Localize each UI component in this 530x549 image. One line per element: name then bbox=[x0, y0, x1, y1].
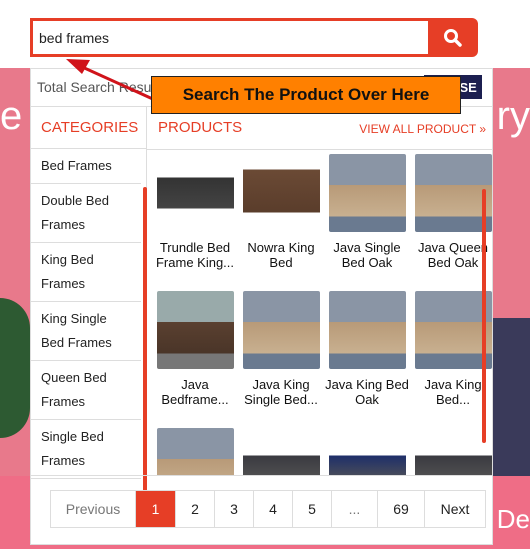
annotation-callout: Search The Product Over Here bbox=[151, 76, 461, 114]
